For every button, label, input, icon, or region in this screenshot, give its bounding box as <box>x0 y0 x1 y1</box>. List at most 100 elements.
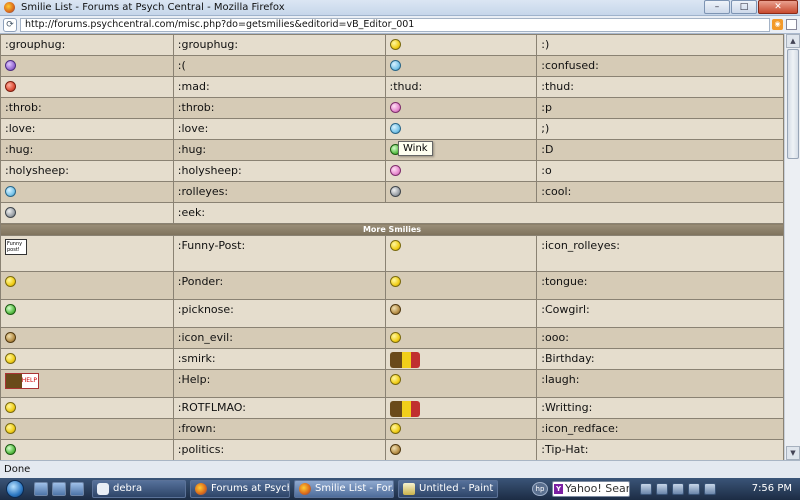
scroll-thumb[interactable] <box>787 49 799 159</box>
page-menu-icon[interactable] <box>786 19 797 30</box>
smilie-image-cell <box>384 369 538 398</box>
smilie-code-cell: :ooo: <box>536 327 784 349</box>
vertical-scrollbar[interactable]: ▲ ▼ <box>784 34 800 460</box>
smirk-icon[interactable] <box>5 352 16 364</box>
smile-icon[interactable] <box>389 38 401 50</box>
scroll-up-icon[interactable]: ▲ <box>786 34 800 48</box>
smilie-code-cell: :ROTFLMAO: <box>172 397 386 419</box>
writting-icon[interactable] <box>389 401 420 417</box>
yahoo-search-box[interactable]: YYahoo! Search <box>552 481 630 497</box>
rolleyes-icon[interactable] <box>5 185 16 197</box>
smilie-image-cell <box>384 235 538 272</box>
tray-app-icon[interactable] <box>672 483 684 495</box>
frown-icon[interactable] <box>5 422 16 434</box>
eek-o-icon[interactable] <box>389 164 401 176</box>
smilie-code-text: :love: <box>5 122 36 135</box>
maximize-button[interactable]: □ <box>731 0 757 14</box>
smilie-code-cell: :love: <box>172 118 386 140</box>
help-icon[interactable]: HELP <box>5 373 39 389</box>
task-smilie-list[interactable]: Smilie List - For... <box>294 480 394 498</box>
smilie-image-cell <box>384 55 538 77</box>
task-debra[interactable]: debra <box>92 480 186 498</box>
smilie-row: :hug::hug::D <box>0 139 784 161</box>
wink-icon[interactable] <box>389 122 401 134</box>
url-field[interactable]: http://forums.psychcentral.com/misc.php?… <box>20 18 770 32</box>
ponder-icon[interactable] <box>5 275 16 287</box>
smilie-row: :eek: <box>0 202 784 224</box>
smilie-image-cell <box>0 202 174 224</box>
tray-network-icon[interactable] <box>640 483 652 495</box>
tray-update-icon[interactable] <box>704 483 716 495</box>
smilie-image-cell <box>384 397 538 419</box>
icon-rolleyes-icon[interactable] <box>389 239 401 251</box>
ie-quicklaunch-icon[interactable] <box>52 482 66 496</box>
frown-icon[interactable] <box>5 59 16 71</box>
smilie-image-cell <box>384 299 538 328</box>
smilie-code-cell: :Writting: <box>536 397 784 419</box>
picknose-icon[interactable] <box>5 303 16 315</box>
smilie-code-cell: :throb: <box>172 97 386 119</box>
smilie-image-cell <box>384 327 538 349</box>
scroll-down-icon[interactable]: ▼ <box>786 446 800 460</box>
smilie-code-text: :hug: <box>5 143 34 156</box>
smilie-image-cell: :holysheep: <box>0 160 174 182</box>
politics-icon[interactable] <box>5 443 16 455</box>
smilie-row: :frown::icon_redface: <box>0 418 784 440</box>
smilie-code-cell: :Help: <box>172 369 386 398</box>
tongue-icon[interactable] <box>389 275 401 287</box>
task-debra-label: debra <box>113 483 143 494</box>
more-smilies-header: More Smilies <box>0 223 784 236</box>
tray-security-icon[interactable] <box>688 483 700 495</box>
funny-post-icon[interactable]: Funny post! <box>5 239 27 255</box>
show-desktop-icon[interactable] <box>34 482 48 496</box>
birthday-icon[interactable] <box>389 352 420 368</box>
yahoo-search-placeholder: Yahoo! Search <box>565 482 630 495</box>
task-smilie-label: Smilie List - For... <box>315 483 394 494</box>
smilie-code-cell: :p <box>536 97 784 119</box>
laugh-icon[interactable] <box>389 373 401 385</box>
smilie-code-cell: :grouphug: <box>172 34 386 56</box>
tongue-icon[interactable] <box>389 101 401 113</box>
smilie-code-cell: :thud: <box>536 76 784 98</box>
section-header-row: More Smilies <box>0 223 784 236</box>
close-button[interactable]: ✕ <box>758 0 798 14</box>
smilie-image-cell <box>0 271 174 300</box>
reload-icon[interactable]: ⟳ <box>3 17 17 32</box>
smilie-row: :throb::throb::p <box>0 97 784 119</box>
task-paint[interactable]: Untitled - Paint <box>398 480 498 498</box>
address-bar: ⟳ http://forums.psychcentral.com/misc.ph… <box>0 16 800 34</box>
smilie-row: :icon_evil::ooo: <box>0 327 784 349</box>
chat-window-icon <box>97 483 109 495</box>
smilie-image-cell <box>384 34 538 56</box>
smilie-code-cell: :frown: <box>172 418 386 440</box>
smilie-code-cell: :hug: <box>172 139 386 161</box>
minimize-button[interactable]: – <box>704 0 730 14</box>
rss-feed-icon[interactable]: ◉ <box>772 19 783 30</box>
rotflmao-icon[interactable] <box>5 401 16 413</box>
start-button[interactable] <box>0 478 30 500</box>
smilie-code-cell: :) <box>536 34 784 56</box>
icon-redface-icon[interactable] <box>389 422 401 434</box>
cowgirl-icon[interactable] <box>389 303 401 315</box>
window-title-bar: Smilie List - Forums at Psych Central - … <box>0 0 800 16</box>
smilie-image-cell <box>384 118 538 140</box>
icon-evil-icon[interactable] <box>5 331 16 343</box>
task-forums[interactable]: Forums at Psych... <box>190 480 290 498</box>
smilie-image-cell <box>384 160 538 182</box>
ooo-icon[interactable] <box>389 331 401 343</box>
tray-volume-icon[interactable] <box>656 483 668 495</box>
confused-icon[interactable] <box>389 59 401 71</box>
smilie-row: :ROTFLMAO: :Writting: <box>0 397 784 419</box>
smilie-image-cell <box>0 418 174 440</box>
window-title: Smilie List - Forums at Psych Central - … <box>21 2 285 13</box>
eek-icon[interactable] <box>5 206 16 218</box>
status-bar: Done <box>0 460 800 478</box>
cool-icon[interactable] <box>389 185 401 197</box>
tip-hat-icon[interactable] <box>389 443 401 455</box>
explorer-quicklaunch-icon[interactable] <box>70 482 84 496</box>
smilie-image-cell <box>0 299 174 328</box>
mad-icon[interactable] <box>5 80 16 92</box>
smilie-image-cell <box>384 348 538 370</box>
hp-icon[interactable]: hp <box>532 482 548 496</box>
system-tray: 7:56 PM <box>636 481 800 497</box>
